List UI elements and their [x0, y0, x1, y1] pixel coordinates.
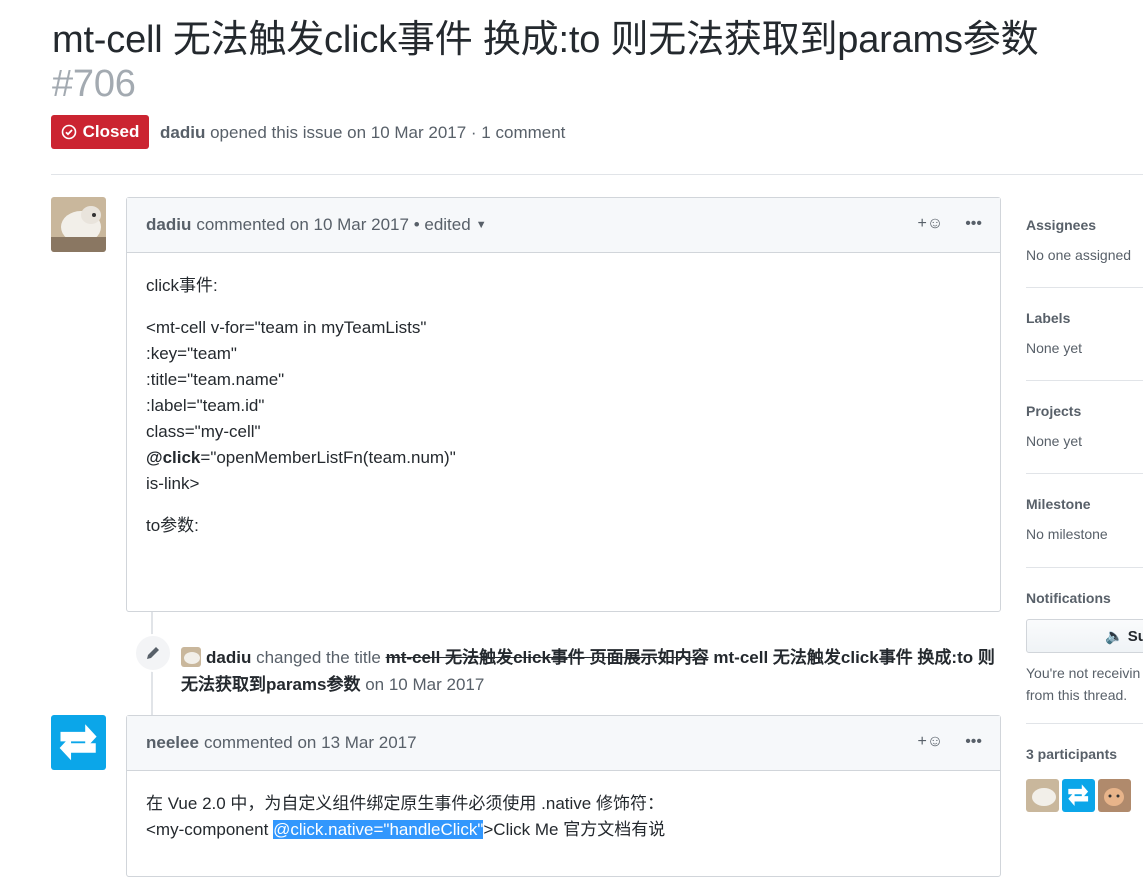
event-actor[interactable]: dadiu [206, 648, 251, 667]
participants-list [1026, 779, 1131, 812]
comment-header: dadiu commented on 10 Mar 2017 • edited … [127, 198, 1000, 253]
sidebar-divider [1026, 473, 1143, 474]
sidebar-participants: 3 participants [1026, 746, 1143, 762]
notifications-label: Notifications [1026, 590, 1111, 606]
title-change-event: dadiu changed the title mt-cell 无法触发clic… [181, 644, 1001, 698]
event-actor-avatar[interactable] [181, 647, 201, 667]
issue-author-link[interactable]: dadiu [160, 123, 205, 142]
comment-dadiu: dadiu commented on 10 Mar 2017 • edited … [126, 197, 1001, 612]
participants-label: 3 participants [1026, 746, 1118, 762]
code-snippet: <mt-cell v-for="team in myTeamLists" :ke… [146, 315, 981, 497]
participant-avatar[interactable] [1026, 779, 1059, 812]
comment-header: neelee commented on 13 Mar 2017 +☺ ••• [127, 716, 1000, 771]
sidebar-labels: Labels None yet [1026, 310, 1143, 356]
code-line: :label="team.id" [146, 396, 265, 415]
event-date[interactable]: on 10 Mar 2017 [365, 675, 484, 694]
sidebar-assignees: Assignees No one assigned [1026, 217, 1143, 263]
sidebar-divider [1026, 567, 1143, 568]
sidebar-milestone: Milestone No milestone [1026, 496, 1143, 542]
header-divider [51, 174, 1143, 175]
subscribe-label: Su [1127, 627, 1143, 645]
issue-title-text: mt-cell 无法触发click事件 换成:to 则无法获取到params参数 [52, 19, 1039, 61]
code-line: is-link> [146, 474, 200, 493]
notification-note-line: from this thread. [1026, 687, 1128, 703]
notification-note-line: You're not receivin [1026, 665, 1141, 681]
labels-label[interactable]: Labels [1026, 310, 1143, 326]
avatar-neelee[interactable] [51, 715, 106, 770]
add-reaction-icon[interactable]: +☺ [918, 215, 944, 233]
event-badge [134, 634, 172, 672]
code-line: :title="team.name" [146, 370, 285, 389]
comment-header-text: commented on 13 Mar 2017 [203, 733, 417, 752]
code-line: <mt-cell v-for="team in myTeamLists" [146, 318, 427, 337]
avatar-dadiu[interactable] [51, 197, 106, 252]
sidebar-projects: Projects None yet [1026, 403, 1143, 449]
issue-state-badge: Closed [51, 115, 149, 149]
projects-value: None yet [1026, 433, 1083, 449]
comment-author[interactable]: neelee [146, 733, 199, 753]
selected-text: @click.native="handleClick" [273, 820, 484, 839]
comment-body: 在 Vue 2.0 中，为自定义组件绑定原生事件必须使用 .native 修饰符… [127, 771, 1000, 863]
code-line: @click="openMemberListFn(team.num)" [146, 445, 981, 471]
comment-intro: click事件: [146, 276, 218, 295]
milestone-label[interactable]: Milestone [1026, 496, 1143, 512]
sidebar-divider [1026, 723, 1143, 724]
code-post: >Click Me 官方文档有说 [483, 820, 666, 839]
speaker-icon: 🔈 [1105, 628, 1124, 645]
click-mention[interactable]: @click [146, 448, 200, 467]
issue-title: mt-cell 无法触发click事件 换成:to 则无法获取到params参数… [52, 18, 1132, 106]
comment-line: <my-component @click.native="handleClick… [146, 817, 981, 843]
issue-closed-icon [61, 124, 76, 140]
notification-note: You're not receivin from this thread. [1026, 662, 1140, 706]
code-line: class="my-cell" [146, 422, 261, 441]
labels-value: None yet [1026, 340, 1083, 356]
comment-body: click事件: <mt-cell v-for="team in myTeamL… [127, 253, 1000, 575]
sidebar-notifications: Notifications [1026, 590, 1143, 606]
projects-label[interactable]: Projects [1026, 403, 1143, 419]
milestone-value: No milestone [1026, 526, 1108, 542]
issue-meta-text: opened this issue on 10 Mar 2017 · 1 com… [210, 123, 566, 142]
issue-state-label: Closed [82, 122, 140, 141]
participant-avatar[interactable] [1098, 779, 1131, 812]
comment-author[interactable]: dadiu [146, 215, 191, 235]
sidebar-divider [1026, 380, 1143, 381]
assignees-value: No one assigned [1026, 247, 1132, 263]
comment-line: 在 Vue 2.0 中，为自定义组件绑定原生事件必须使用 .native 修饰符… [146, 794, 664, 813]
add-reaction-icon[interactable]: +☺ [918, 733, 944, 751]
event-old-title: mt-cell 无法触发click事件 页面展示如内容 [385, 648, 709, 667]
code-line: :key="team" [146, 344, 237, 363]
event-verb: changed the title [256, 648, 381, 667]
assignees-label[interactable]: Assignees [1026, 217, 1143, 233]
sidebar-divider [1026, 287, 1143, 288]
pencil-icon [147, 647, 159, 659]
chevron-down-icon[interactable]: ▼ [476, 219, 487, 231]
issue-meta: dadiu opened this issue on 10 Mar 2017 ·… [160, 123, 565, 143]
comment-outro: to参数: [146, 516, 199, 535]
click-value: ="openMemberListFn(team.num)" [200, 448, 456, 467]
more-options-icon[interactable]: ••• [965, 733, 982, 751]
participant-avatar[interactable] [1062, 779, 1095, 812]
subscribe-button[interactable]: 🔈 Su [1026, 619, 1143, 653]
issue-number: #706 [52, 63, 136, 105]
code-pre: <my-component [146, 820, 274, 839]
comment-neelee: neelee commented on 13 Mar 2017 +☺ ••• 在… [126, 715, 1001, 877]
more-options-icon[interactable]: ••• [965, 215, 982, 233]
comment-header-text: commented on 10 Mar 2017 • edited [196, 215, 471, 234]
